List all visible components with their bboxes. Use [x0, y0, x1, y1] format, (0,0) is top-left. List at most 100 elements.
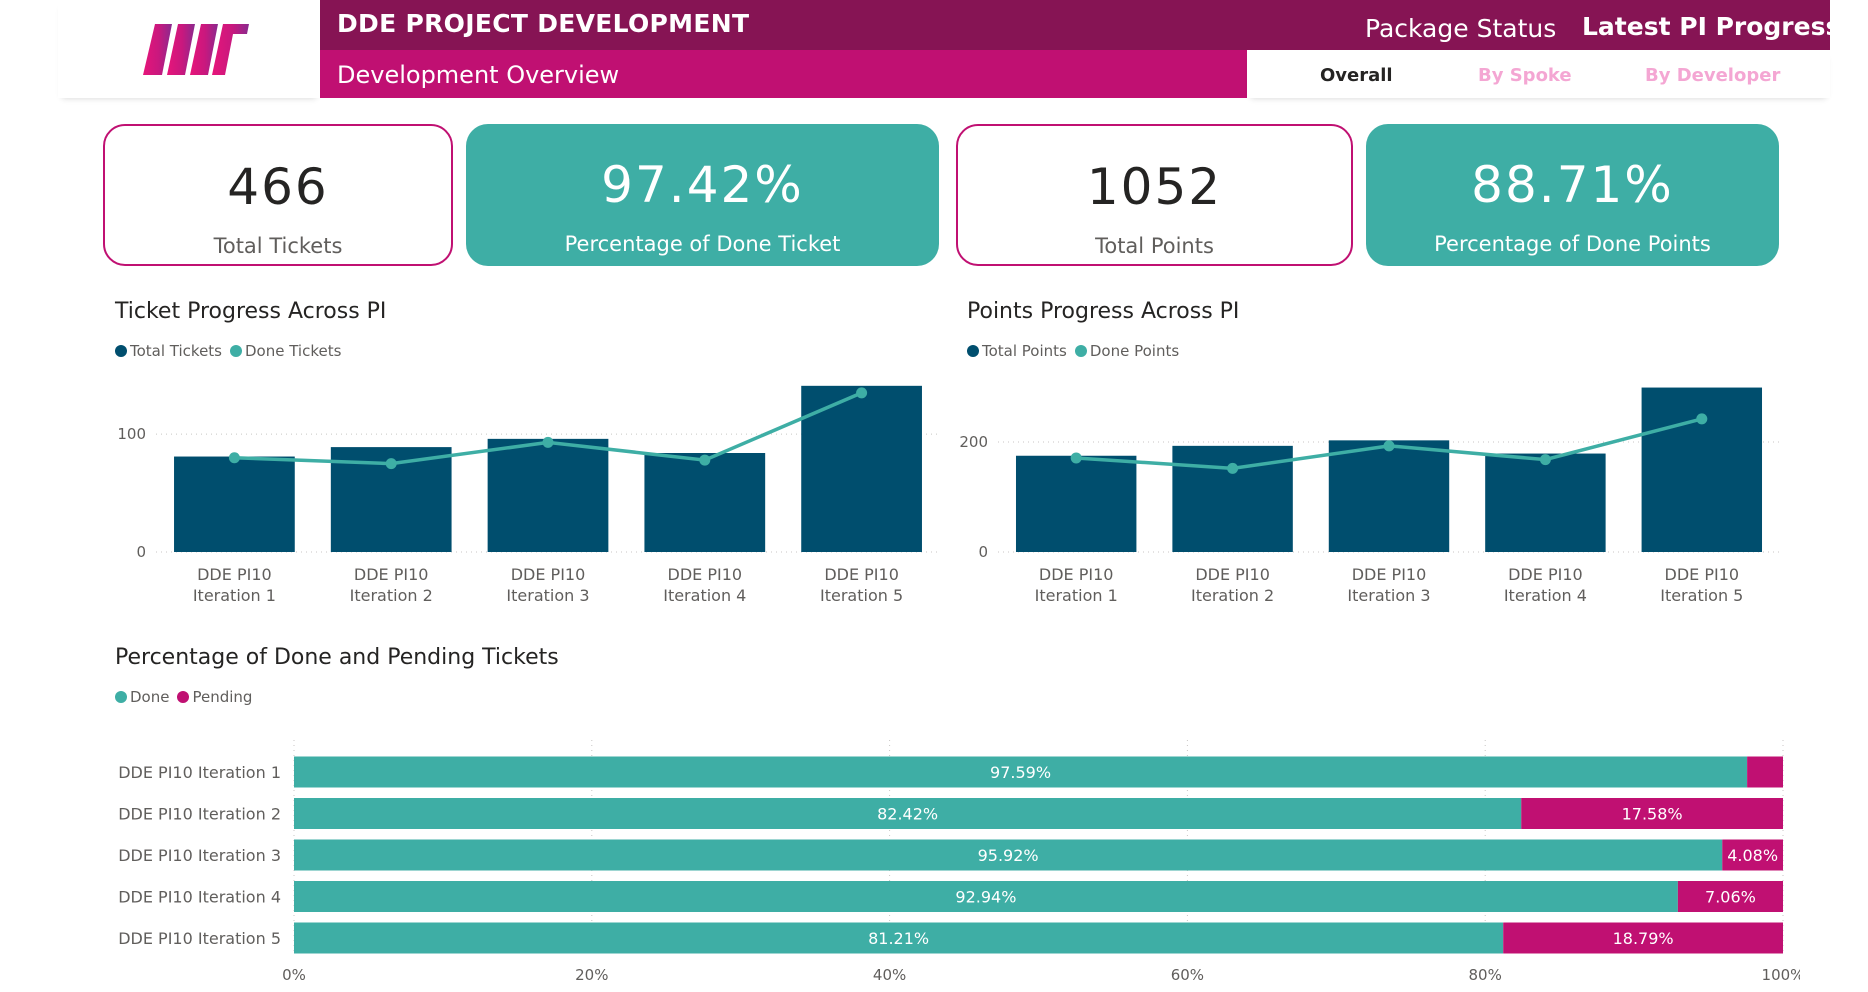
line-point [856, 387, 868, 399]
kpi-label: Percentage of Done Ticket [564, 232, 841, 256]
line-point [1227, 462, 1239, 474]
legend-item-done-points[interactable]: Done Points [1074, 342, 1180, 360]
chart-title-points-progress: Points Progress Across PI [967, 299, 1240, 324]
line-point [385, 458, 397, 470]
legend-item-done[interactable]: Done [115, 688, 169, 706]
legend-dot [115, 691, 127, 703]
y-category-label: DDE PI10 Iteration 1 [118, 763, 281, 782]
data-label-done: 81.21% [868, 929, 929, 948]
kpi-value: 1052 [1086, 158, 1223, 216]
legend-label: Done [130, 688, 170, 706]
kpi-label: Percentage of Done Points [1434, 232, 1711, 256]
x-tick-label: 100% [1762, 966, 1800, 982]
data-label-done: 92.94% [955, 888, 1016, 907]
line-point [1539, 454, 1551, 466]
tab-overall[interactable]: Overall [1320, 65, 1393, 86]
kpi-card-total-points: 1052 Total Points [956, 124, 1353, 266]
kpi-label: Total Tickets [213, 234, 343, 258]
legend-label: Done Points [1089, 342, 1180, 360]
legend-item-done-tickets[interactable]: Done Tickets [230, 342, 341, 360]
bar-total-tickets [644, 453, 766, 552]
x-tick-label: Iteration 2 [350, 586, 433, 605]
legend-label: Done Tickets [245, 342, 342, 360]
data-label-pending: 18.79% [1613, 929, 1674, 948]
y-tick-label: 0 [978, 543, 988, 561]
line-point [228, 452, 240, 464]
x-tick-label: Iteration 1 [1035, 586, 1118, 605]
done-pending-chart: 0% 20% 40% 60% 80% 100% DDE PI10 Iteration 1 97… [118, 740, 1800, 982]
data-label-pending: 17.58% [1622, 805, 1683, 824]
x-tick-label: 0% [282, 966, 306, 982]
legend-dot [967, 345, 979, 357]
y-tick-label: 200 [959, 433, 988, 451]
legend-ticket-progress: Total Tickets Done Tickets [115, 342, 349, 360]
x-tick-label: Iteration 4 [663, 586, 746, 605]
kpi-card-done-points-pct: 88.71% Percentage of Done Points [1366, 124, 1779, 266]
legend-label: Total Points [982, 342, 1067, 360]
x-tick-label: Iteration 1 [193, 586, 276, 605]
bar-total-points [1015, 455, 1137, 552]
x-tick-label: DDE PI10 [1508, 565, 1583, 584]
x-tick-label: DDE PI10 [197, 565, 272, 584]
legend-label: Total Tickets [130, 342, 222, 360]
x-tick-label: DDE PI10 [824, 565, 899, 584]
y-category-label: DDE PI10 Iteration 2 [118, 805, 281, 824]
bar-total-points [1641, 387, 1763, 552]
legend-done-pending: Done Pending [115, 688, 260, 706]
legend-dot [177, 691, 190, 703]
nav-package-status[interactable]: Package Status [1365, 14, 1556, 43]
legend-points-progress: Total Points Done Points [967, 342, 1187, 360]
logo-panel [58, 0, 320, 98]
x-tick-label: DDE PI10 [1195, 565, 1270, 584]
x-tick-label: 20% [575, 966, 608, 982]
x-tick-label: DDE PI10 [511, 565, 586, 584]
tab-by-developer[interactable]: By Developer [1645, 65, 1780, 86]
line-point [699, 454, 711, 466]
kpi-card-total-tickets: 466 Total Tickets [103, 124, 453, 266]
x-tick-label: 40% [873, 966, 906, 982]
legend-dot [115, 345, 127, 357]
x-tick-label: DDE PI10 [1352, 565, 1427, 584]
legend-item-pending[interactable]: Pending [177, 688, 252, 706]
line-point [542, 436, 554, 448]
kpi-card-done-ticket-pct: 97.42% Percentage of Done Ticket [466, 124, 939, 266]
x-tick-label: 80% [1469, 966, 1502, 982]
kpi-label: Total Points [1095, 234, 1214, 258]
y-tick-label: 100 [117, 425, 146, 443]
kpi-value: 466 [227, 158, 329, 216]
bar-total-tickets [174, 456, 295, 552]
bar-total-tickets [487, 438, 609, 552]
data-label-done: 95.92% [978, 846, 1039, 865]
x-tick-label: DDE PI10 [1665, 565, 1740, 584]
points-progress-chart: 0 200 DDE PI10 Iteration 1 DDE PI10 Iteration… [959, 387, 1780, 605]
kpi-value: 88.71% [1471, 156, 1674, 214]
x-tick-label: Iteration 4 [1504, 586, 1587, 605]
bar-pending [1747, 756, 1783, 788]
page-title: DDE PROJECT DEVELOPMENT [337, 9, 750, 38]
nav-latest-pi-progress[interactable]: Latest PI Progress [1582, 12, 1840, 41]
x-tick-label: DDE PI10 [1039, 565, 1114, 584]
bar-total-points [1328, 440, 1450, 552]
line-point [1383, 440, 1395, 452]
data-label-pending: 7.06% [1705, 888, 1756, 907]
y-category-label: DDE PI10 Iteration 3 [118, 846, 281, 865]
x-tick-label: Iteration 5 [820, 586, 903, 605]
legend-label: Pending [192, 688, 253, 706]
chart-title-ticket-progress: Ticket Progress Across PI [115, 299, 387, 324]
data-label-pending: 4.08% [1727, 846, 1778, 865]
data-label-done: 82.42% [877, 805, 938, 824]
legend-dot [1074, 345, 1087, 357]
x-tick-label: DDE PI10 [354, 565, 429, 584]
line-point [1070, 452, 1082, 464]
legend-item-total-points[interactable]: Total Points [967, 342, 1067, 360]
y-category-label: DDE PI10 Iteration 5 [118, 929, 281, 948]
brand-logo-icon [143, 24, 249, 75]
x-tick-label: 60% [1171, 966, 1204, 982]
x-tick-label: Iteration 3 [506, 586, 589, 605]
chart-title-done-pending: Percentage of Done and Pending Tickets [115, 645, 559, 670]
y-category-label: DDE PI10 Iteration 4 [118, 888, 281, 907]
legend-dot [230, 345, 242, 357]
x-tick-label: Iteration 2 [1191, 586, 1274, 605]
legend-item-total-tickets[interactable]: Total Tickets [115, 342, 222, 360]
tab-by-spoke[interactable]: By Spoke [1478, 65, 1572, 86]
